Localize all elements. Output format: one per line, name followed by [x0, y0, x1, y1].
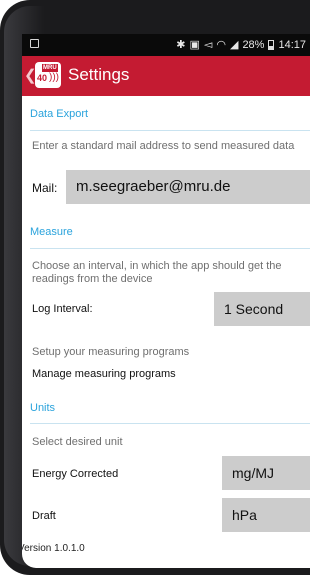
draft-select[interactable]: hPa: [222, 498, 310, 532]
mail-input[interactable]: m.seegraeber@mru.de: [66, 170, 310, 204]
section-divider: [30, 130, 310, 131]
section-header-measure: Measure: [30, 226, 73, 238]
screenshot-notification-icon: [30, 39, 39, 48]
manage-programs-link[interactable]: Manage measuring programs: [32, 368, 176, 380]
status-bar: ✱ ▣ ◅ ◠ ◢ 28% 14:17: [22, 34, 310, 56]
section-divider: [30, 248, 310, 249]
energy-corrected-value: mg/MJ: [232, 465, 274, 481]
phone-frame: ✱ ▣ ◅ ◠ ◢ 28% 14:17 ❮ MRU 40 ))) Setting…: [0, 0, 310, 575]
battery-percent: 28%: [242, 38, 265, 51]
section-header-units: Units: [30, 402, 56, 414]
screen: ✱ ▣ ◅ ◠ ◢ 28% 14:17 ❮ MRU 40 ))) Setting…: [22, 34, 310, 568]
version-label: Version 1.0.1.0: [22, 543, 85, 554]
log-interval-label: Log Interval:: [32, 303, 93, 315]
app-logo[interactable]: MRU 40 ))): [35, 62, 61, 88]
nfc-icon: ▣: [189, 39, 200, 51]
programs-description: Setup your measuring programs: [32, 346, 190, 358]
clock: 14:17: [278, 38, 306, 51]
battery-icon: [268, 39, 275, 50]
mute-icon: ◅: [203, 39, 213, 51]
bluetooth-icon: ✱: [176, 39, 186, 51]
mail-label: Mail:: [32, 181, 58, 195]
logo-waves-icon: ))): [49, 72, 59, 83]
energy-corrected-label: Energy Corrected: [32, 468, 119, 480]
draft-label: Draft: [32, 510, 56, 522]
logo-number: 40: [37, 73, 48, 83]
log-interval-value: 1 Second: [224, 301, 284, 317]
app-bar: ❮ MRU 40 ))) Settings: [22, 56, 310, 96]
section-divider: [30, 423, 310, 424]
page-title: Settings: [68, 65, 130, 84]
measure-description: Choose an interval, in which the app sho…: [32, 260, 282, 285]
data-export-description: Enter a standard mail address to send me…: [32, 140, 295, 152]
logo-mru-text: MRU: [42, 64, 58, 72]
wifi-icon: ◠: [216, 39, 226, 51]
status-bar-right: ✱ ▣ ◅ ◠ ◢ 28% 14:17: [176, 38, 306, 52]
log-interval-select[interactable]: 1 Second: [214, 292, 310, 326]
draft-value: hPa: [232, 507, 257, 523]
signal-icon: ◢: [229, 39, 239, 51]
mail-input-value: m.seegraeber@mru.de: [76, 178, 231, 195]
units-description: Select desired unit: [32, 436, 123, 448]
section-header-data-export: Data Export: [30, 108, 89, 120]
energy-corrected-select[interactable]: mg/MJ: [222, 456, 310, 490]
